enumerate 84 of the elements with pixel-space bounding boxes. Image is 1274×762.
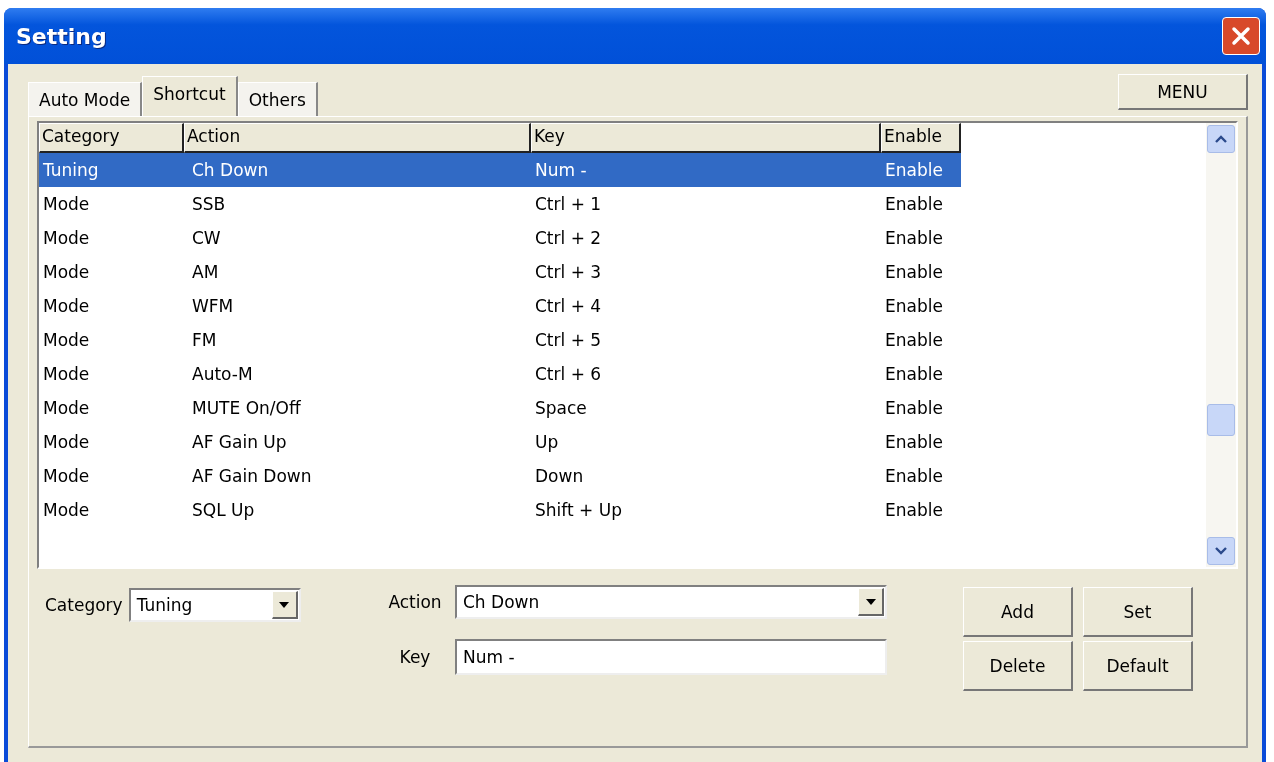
action-dropdown[interactable]: Ch Down xyxy=(455,585,887,619)
table-cell-text: Auto-M xyxy=(191,364,254,384)
close-button[interactable] xyxy=(1222,17,1260,55)
column-header[interactable]: Category xyxy=(39,123,184,153)
column-header[interactable]: Action xyxy=(184,123,531,153)
dropdown-arrow-icon xyxy=(279,601,290,608)
scrollbar[interactable] xyxy=(1206,123,1236,567)
table-cell-text: Enable xyxy=(884,432,944,452)
table-cell: Ch Down xyxy=(184,153,531,187)
table-cell-text: Mode xyxy=(42,262,91,282)
table-cell-text: Ctrl + 2 xyxy=(534,228,603,248)
table-cell-text: Enable xyxy=(884,398,944,418)
table-row[interactable]: Mode AF Gain Down Down Enable xyxy=(39,459,1206,493)
dropdown-arrow-icon xyxy=(865,598,876,605)
table-cell-text: SSB xyxy=(191,194,227,214)
table-cell-text: AM xyxy=(191,262,220,282)
table-cell-text: Mode xyxy=(42,330,91,350)
table-cell-text: Enable xyxy=(884,296,944,316)
table-cell-text: WFM xyxy=(191,296,235,316)
table-cell-text: Enable xyxy=(884,262,944,282)
action-button[interactable]: Set xyxy=(1083,587,1193,637)
table-cell-text: Down xyxy=(534,466,585,486)
table-cell-text: Ctrl + 5 xyxy=(534,330,603,350)
table-cell-text: Shift + Up xyxy=(534,500,623,520)
table-row[interactable]: Mode FM Ctrl + 5 Enable xyxy=(39,323,1206,357)
table-cell: Enable xyxy=(881,153,961,187)
table-cell-text: Mode xyxy=(42,500,91,520)
table-cell-text: CW xyxy=(191,228,222,248)
key-field[interactable]: Num - xyxy=(455,639,887,675)
table-row[interactable]: Mode SQL Up Shift + Up Enable xyxy=(39,493,1206,527)
table-cell-text: Enable xyxy=(884,364,944,384)
table-cell: Num - xyxy=(531,153,881,187)
table-cell-text: Enable xyxy=(884,466,944,486)
table-row[interactable]: Mode MUTE On/Off Space Enable xyxy=(39,391,1206,425)
tab[interactable]: Shortcut xyxy=(142,76,238,116)
action-label: Action xyxy=(387,592,443,612)
table-row[interactable]: Mode AM Ctrl + 3 Enable xyxy=(39,255,1206,289)
column-header[interactable]: Key xyxy=(531,123,881,153)
table-cell-text: Mode xyxy=(42,194,91,214)
table-cell-text: AF Gain Down xyxy=(191,466,313,486)
table-cell-text: Mode xyxy=(42,228,91,248)
scroll-thumb[interactable] xyxy=(1207,404,1235,436)
chevron-up-icon xyxy=(1215,135,1227,143)
table-row[interactable]: Mode AF Gain Up Up Enable xyxy=(39,425,1206,459)
scroll-up-button[interactable] xyxy=(1207,125,1235,153)
column-header[interactable]: Enable xyxy=(881,123,961,153)
table-cell-text: SQL Up xyxy=(191,500,256,520)
table-cell-text: FM xyxy=(191,330,218,350)
table-cell-text: Enable xyxy=(884,194,944,214)
category-label: Category xyxy=(45,595,123,615)
scroll-down-button[interactable] xyxy=(1207,537,1235,565)
table-cell: Tuning xyxy=(39,153,184,187)
table-cell-text: Ctrl + 3 xyxy=(534,262,603,282)
table-row[interactable]: Tuning Ch Down Num - Enable xyxy=(39,153,1206,187)
table-cell-text: Ctrl + 1 xyxy=(534,194,603,214)
table-cell-text: Enable xyxy=(884,228,944,248)
table-cell-text: Ctrl + 6 xyxy=(534,364,603,384)
action-button[interactable]: Add xyxy=(963,587,1073,637)
key-label: Key xyxy=(398,647,432,667)
table-cell-text: Enable xyxy=(884,330,944,350)
table-row[interactable]: Mode CW Ctrl + 2 Enable xyxy=(39,221,1206,255)
category-dropdown[interactable]: Tuning xyxy=(128,588,301,622)
table-cell-text: MUTE On/Off xyxy=(191,398,302,418)
table-cell-text: Space xyxy=(534,398,588,418)
action-button[interactable]: Default xyxy=(1083,641,1193,691)
table-cell-text: Mode xyxy=(42,364,91,384)
table-cell-text: Enable xyxy=(884,500,944,520)
table-cell-text: Mode xyxy=(42,466,91,486)
close-icon xyxy=(1230,25,1252,47)
table-cell-text: Up xyxy=(534,432,560,452)
tab[interactable]: Others xyxy=(237,82,318,116)
table-row[interactable]: Mode SSB Ctrl + 1 Enable xyxy=(39,187,1206,221)
action-button[interactable]: Delete xyxy=(963,641,1073,691)
table-cell-text: Mode xyxy=(42,398,91,418)
table-cell-text: Ctrl + 4 xyxy=(534,296,603,316)
table-cell-text: Mode xyxy=(42,296,91,316)
window-title: Setting xyxy=(16,23,107,49)
table-row[interactable]: Mode WFM Ctrl + 4 Enable xyxy=(39,289,1206,323)
menu-button[interactable]: MENU xyxy=(1118,74,1248,110)
tab[interactable]: Auto Mode xyxy=(28,82,143,116)
table-row[interactable]: Mode Auto-M Ctrl + 6 Enable xyxy=(39,357,1206,391)
chevron-down-icon xyxy=(1215,547,1227,555)
table-cell-text: Mode xyxy=(42,432,91,452)
table-cell-text: AF Gain Up xyxy=(191,432,288,452)
